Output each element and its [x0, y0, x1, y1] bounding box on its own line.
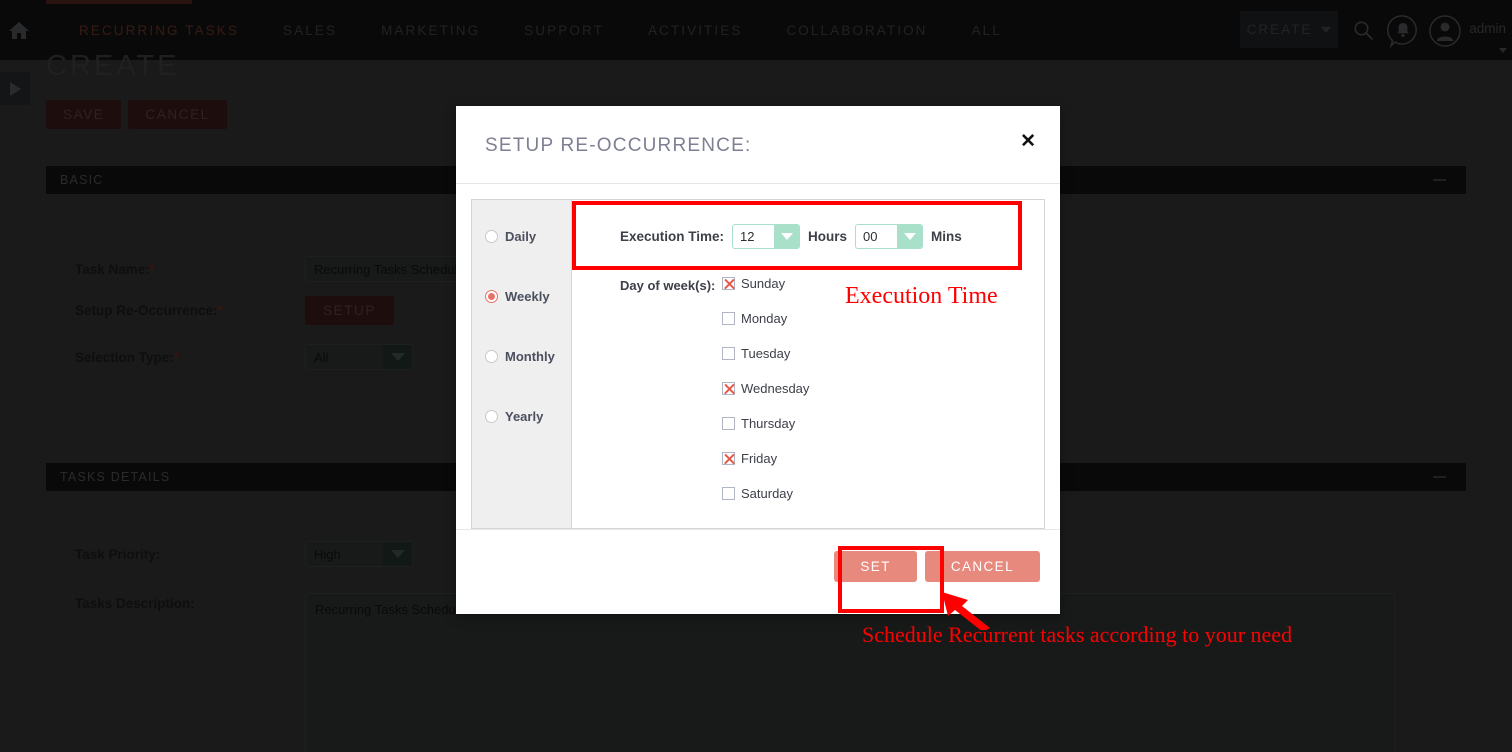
mins-unit-label: Mins [931, 229, 962, 244]
checkbox-icon[interactable] [722, 312, 735, 325]
chevron-down-icon[interactable] [774, 225, 800, 248]
close-icon[interactable]: ✕ [1020, 132, 1036, 151]
execution-hours-value: 12 [740, 229, 755, 244]
set-button[interactable]: SET [834, 551, 917, 582]
dialog-footer-buttons: SET CANCEL [834, 551, 1040, 582]
day-checkbox-wednesday[interactable]: Wednesday [722, 381, 809, 396]
day-checkbox-saturday[interactable]: Saturday [722, 486, 809, 501]
frequency-option-daily[interactable]: Daily [485, 224, 571, 248]
day-label: Sunday [741, 276, 786, 291]
day-of-week-label: Day of week(s): [620, 278, 716, 293]
day-label: Wednesday [741, 381, 810, 396]
radio-icon[interactable] [485, 229, 498, 243]
execution-minutes-value: 00 [863, 229, 878, 244]
chevron-down-icon[interactable] [897, 225, 923, 248]
day-checkbox-thursday[interactable]: Thursday [722, 416, 809, 431]
day-checkbox-monday[interactable]: Monday [722, 311, 809, 326]
execution-time-row: Execution Time: 12 Hours 00 Mins [620, 224, 1044, 249]
setup-reoccurrence-dialog: SETUP RE-OCCURRENCE: ✕ Daily Weekly Mont… [456, 106, 1060, 614]
schedule-details-column: Execution Time: 12 Hours 00 Mins Day of … [572, 200, 1044, 528]
day-label: Thursday [741, 416, 796, 431]
checkbox-checked-icon[interactable] [722, 452, 735, 465]
day-of-week-section: Day of week(s): Sunday Monday Tuesday We… [620, 276, 1044, 501]
day-label: Monday [741, 311, 788, 326]
day-checkbox-list: Sunday Monday Tuesday Wednesday Thursday… [722, 276, 809, 501]
day-label: Tuesday [741, 346, 791, 361]
screen: RECURRING TASKS SALES MARKETING SUPPORT … [0, 0, 1512, 752]
radio-icon-selected[interactable] [485, 289, 498, 303]
checkbox-icon[interactable] [722, 347, 735, 360]
frequency-option-list: Daily Weekly Monthly Yearly [472, 200, 572, 528]
radio-icon[interactable] [485, 409, 498, 423]
radio-icon[interactable] [485, 349, 498, 363]
frequency-option-label: Daily [505, 228, 537, 244]
execution-minutes-select[interactable]: 00 [855, 224, 924, 249]
frequency-option-label: Weekly [505, 288, 550, 304]
frequency-option-weekly[interactable]: Weekly [485, 284, 571, 308]
day-checkbox-friday[interactable]: Friday [722, 451, 809, 466]
day-checkbox-sunday[interactable]: Sunday [722, 276, 809, 291]
day-label: Friday [741, 451, 778, 466]
checkbox-checked-icon[interactable] [722, 382, 735, 395]
dialog-content-box: Daily Weekly Monthly Yearly Execution Ti… [471, 199, 1045, 529]
dialog-title: SETUP RE-OCCURRENCE: [485, 135, 752, 156]
frequency-option-label: Monthly [505, 348, 555, 364]
checkbox-checked-icon[interactable] [722, 277, 735, 290]
checkbox-icon[interactable] [722, 487, 735, 500]
day-checkbox-tuesday[interactable]: Tuesday [722, 346, 809, 361]
checkbox-icon[interactable] [722, 417, 735, 430]
frequency-option-yearly[interactable]: Yearly [485, 404, 571, 428]
frequency-option-label: Yearly [505, 408, 544, 424]
hours-unit-label: Hours [808, 229, 848, 244]
dialog-body: Daily Weekly Monthly Yearly Execution Ti… [456, 184, 1060, 529]
dialog-footer: SET CANCEL [456, 529, 1060, 614]
dialog-cancel-button[interactable]: CANCEL [924, 551, 1040, 582]
day-label: Saturday [741, 486, 794, 501]
frequency-option-monthly[interactable]: Monthly [485, 344, 571, 368]
dialog-header: SETUP RE-OCCURRENCE: ✕ [456, 106, 1060, 184]
execution-time-label: Execution Time: [620, 229, 725, 244]
execution-hours-select[interactable]: 12 [732, 224, 801, 249]
